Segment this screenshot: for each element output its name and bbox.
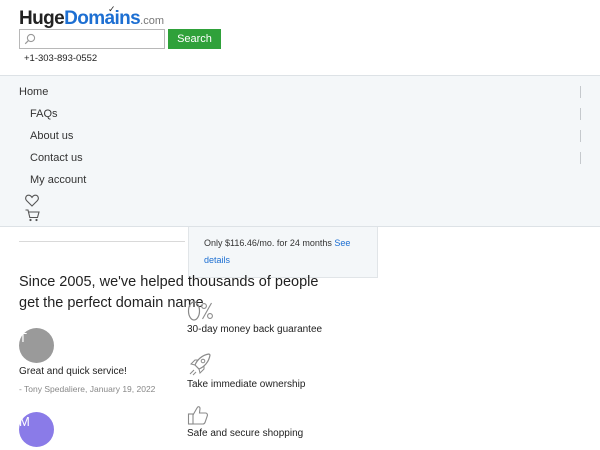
avatar-initial: M [19,414,30,429]
zero-percent-icon [187,301,213,321]
benefit-label: 30-day money back guarantee [187,324,323,335]
phone-number[interactable]: +1-303-893-0552 [24,53,97,64]
nav-separator [580,130,581,142]
avatar: T [19,328,54,363]
logo[interactable]: HugeDomains.com [19,8,164,30]
avatar: M [19,412,54,447]
nav-item-home[interactable]: Home [19,86,48,98]
nav-separator [580,152,581,164]
price-text: Only $116.46/mo. for 24 months [204,238,332,248]
logo-part-huge: Huge [19,8,65,29]
benefit-label: Take immediate ownership [187,379,306,390]
divider [19,241,185,242]
thumbs-up-icon [187,406,208,425]
search-button[interactable]: Search [168,29,221,49]
header: HugeDomains.com ✓ Search +1-303-893-0552 [0,0,600,75]
nav-separator [580,108,581,120]
logo-check-icon: ✓ [108,4,116,14]
tagline: Since 2005, we've helped thousands of pe… [19,274,319,311]
review-text: Great and quick service! [19,366,127,377]
nav-menu: Home FAQs About us Contact us My account [0,75,600,227]
benefit-label: Safe and secure shopping [187,428,304,439]
nav-item-faqs[interactable]: FAQs [30,108,58,120]
avatar-initial: T [19,330,27,345]
price-popup: Only $116.46/mo. for 24 months See detai… [188,227,378,278]
search-box[interactable] [19,29,165,49]
logo-suffix: .com [140,15,164,27]
rocket-icon [189,353,211,376]
search-input[interactable] [40,31,160,47]
cart-icon[interactable] [25,209,40,222]
nav-item-my-account[interactable]: My account [30,174,86,186]
nav-item-contact-us[interactable]: Contact us [30,152,83,164]
review-author: - Tony Spedaliere, January 19, 2022 [19,384,156,394]
heart-icon[interactable] [25,194,39,207]
logo-part-domains: Domains [64,8,141,29]
nav-item-about-us[interactable]: About us [30,130,73,142]
search-icon [24,33,36,45]
nav-separator [580,86,581,98]
